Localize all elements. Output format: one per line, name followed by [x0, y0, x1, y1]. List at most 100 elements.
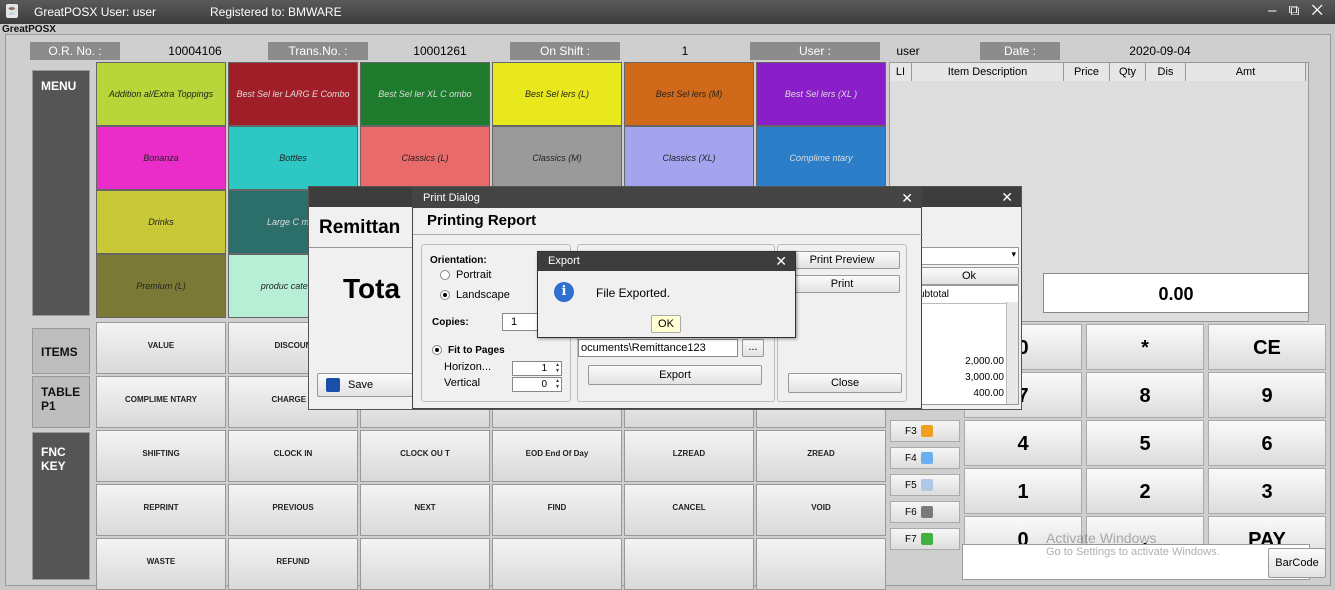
vertical-spinner[interactable]: 0 [512, 377, 562, 392]
col-dis: Dis [1146, 63, 1186, 81]
function-button[interactable]: CLOCK OU T [360, 430, 490, 482]
date-label: Date : [980, 42, 1060, 60]
save-label: Save [348, 379, 374, 391]
function-button[interactable] [756, 538, 886, 590]
or-label: O.R. No. : [30, 42, 120, 60]
category-button[interactable]: Classics (XL) [624, 126, 754, 190]
fkey-button[interactable]: F4 [890, 447, 960, 469]
function-button[interactable] [624, 538, 754, 590]
horizontal-spinner[interactable]: 1 [512, 361, 562, 376]
behind-select[interactable]: ▾ [919, 247, 1019, 265]
category-button[interactable]: Best Sel ler LARG E Combo [228, 62, 358, 126]
fkey-button[interactable]: F7 [890, 528, 960, 550]
category-button[interactable]: Bonanza [96, 126, 226, 190]
export-titlebar: Export ✕ [538, 252, 795, 271]
function-button[interactable]: LZREAD [624, 430, 754, 482]
category-button[interactable]: Best Sel ler XL C ombo [360, 62, 490, 126]
fkey-button[interactable]: F5 [890, 474, 960, 496]
registered-text: Registered to: BMWARE [210, 5, 342, 19]
export-message: File Exported. [596, 286, 671, 300]
close-button[interactable]: Close [788, 373, 902, 393]
function-button[interactable]: REFUND [228, 538, 358, 590]
function-button[interactable] [492, 538, 622, 590]
tab-table[interactable]: TABLE P1 [32, 376, 90, 428]
remittance-title: Remittan [319, 217, 401, 238]
browse-button[interactable]: ... [742, 339, 764, 357]
category-button[interactable]: Classics (L) [360, 126, 490, 190]
category-button[interactable]: Best Sel lers (M) [624, 62, 754, 126]
close-icon[interactable]: ✕ [1001, 187, 1013, 207]
fkey-button[interactable]: F3 [890, 420, 960, 442]
function-button[interactable]: CANCEL [624, 484, 754, 536]
keypad-key[interactable]: * [1086, 324, 1204, 370]
print-dialog-title: Print Dialog [423, 192, 480, 204]
landscape-radio[interactable]: Landscape [440, 289, 510, 301]
function-button[interactable]: WASTE [96, 538, 226, 590]
divider [309, 247, 415, 248]
close-icon[interactable]: ✕ [901, 188, 913, 208]
function-button[interactable]: ZREAD [756, 430, 886, 482]
keypad-key[interactable]: CE [1208, 324, 1326, 370]
function-button[interactable]: SHIFTING [96, 430, 226, 482]
action-group: Print Preview Print Close [777, 244, 907, 402]
fit-radio[interactable]: Fit to Pages [432, 345, 505, 356]
function-button[interactable]: PREVIOUS [228, 484, 358, 536]
keypad-key[interactable]: 3 [1208, 468, 1326, 514]
path-input[interactable]: ocuments\Remittance123 [578, 339, 738, 357]
category-button[interactable]: Complime ntary [756, 126, 886, 190]
keypad-key[interactable]: 4 [964, 420, 1082, 466]
close-icon[interactable]: ✕ [775, 252, 787, 271]
export-button[interactable]: Export [588, 365, 762, 385]
ok-button[interactable]: OK [651, 315, 681, 333]
category-button[interactable]: Drinks [96, 190, 226, 254]
landscape-label: Landscape [456, 289, 510, 301]
divider [413, 234, 923, 235]
print-preview-button[interactable]: Print Preview [784, 251, 900, 269]
portrait-radio[interactable]: Portrait [440, 269, 491, 281]
fkey-icon [920, 506, 933, 519]
category-button[interactable]: Classics (M) [492, 126, 622, 190]
function-button[interactable]: CLOCK IN [228, 430, 358, 482]
tab-items[interactable]: ITEMS [32, 328, 90, 374]
tab-fnc-key[interactable]: FNC KEY [32, 432, 90, 580]
category-button[interactable]: Best Sel lers (XL ) [756, 62, 886, 126]
behind-ok-button[interactable]: Ok [919, 267, 1019, 285]
barcode-button[interactable]: BarCode [1268, 548, 1326, 578]
scrollbar[interactable] [1006, 302, 1018, 404]
function-button[interactable]: EOD End Of Day [492, 430, 622, 482]
category-button[interactable]: Bottles [228, 126, 358, 190]
keypad-key[interactable]: 9 [1208, 372, 1326, 418]
col-amt: Amt [1186, 63, 1306, 81]
window-controls[interactable]: – ⧉ ✕ [1268, 2, 1327, 19]
function-button[interactable]: VOID [756, 484, 886, 536]
col-description: Item Description [912, 63, 1064, 81]
keypad-key[interactable]: 8 [1086, 372, 1204, 418]
app-title: GreatPOSX User: user [34, 5, 157, 19]
print-button[interactable]: Print [784, 275, 900, 293]
fkey-label: F5 [905, 480, 917, 491]
col-li: LI [890, 63, 912, 81]
save-button[interactable]: Save [317, 373, 413, 397]
print-heading: Printing Report [427, 212, 537, 229]
category-button[interactable]: Premium (L) [96, 254, 226, 318]
function-button[interactable] [360, 538, 490, 590]
watermark-title: Activate Windows [1046, 530, 1157, 546]
category-button[interactable]: Best Sel lers (L) [492, 62, 622, 126]
fkey-label: F6 [905, 507, 917, 518]
keypad-key[interactable]: 2 [1086, 468, 1204, 514]
function-button[interactable]: VALUE [96, 322, 226, 374]
fkey-button[interactable]: F6 [890, 501, 960, 523]
fkey-icon [920, 479, 933, 492]
function-button[interactable]: COMPLIME NTARY [96, 376, 226, 428]
category-button[interactable]: Addition al/Extra Toppings [96, 62, 226, 126]
user-label: User : [750, 42, 880, 60]
info-icon: i [554, 282, 574, 302]
function-button[interactable]: REPRINT [96, 484, 226, 536]
keypad-key[interactable]: 5 [1086, 420, 1204, 466]
function-button[interactable]: FIND [492, 484, 622, 536]
keypad-key[interactable]: 6 [1208, 420, 1326, 466]
function-button[interactable]: NEXT [360, 484, 490, 536]
fit-label: Fit to Pages [448, 345, 505, 356]
tab-menu[interactable]: MENU [32, 70, 90, 316]
keypad-key[interactable]: 1 [964, 468, 1082, 514]
